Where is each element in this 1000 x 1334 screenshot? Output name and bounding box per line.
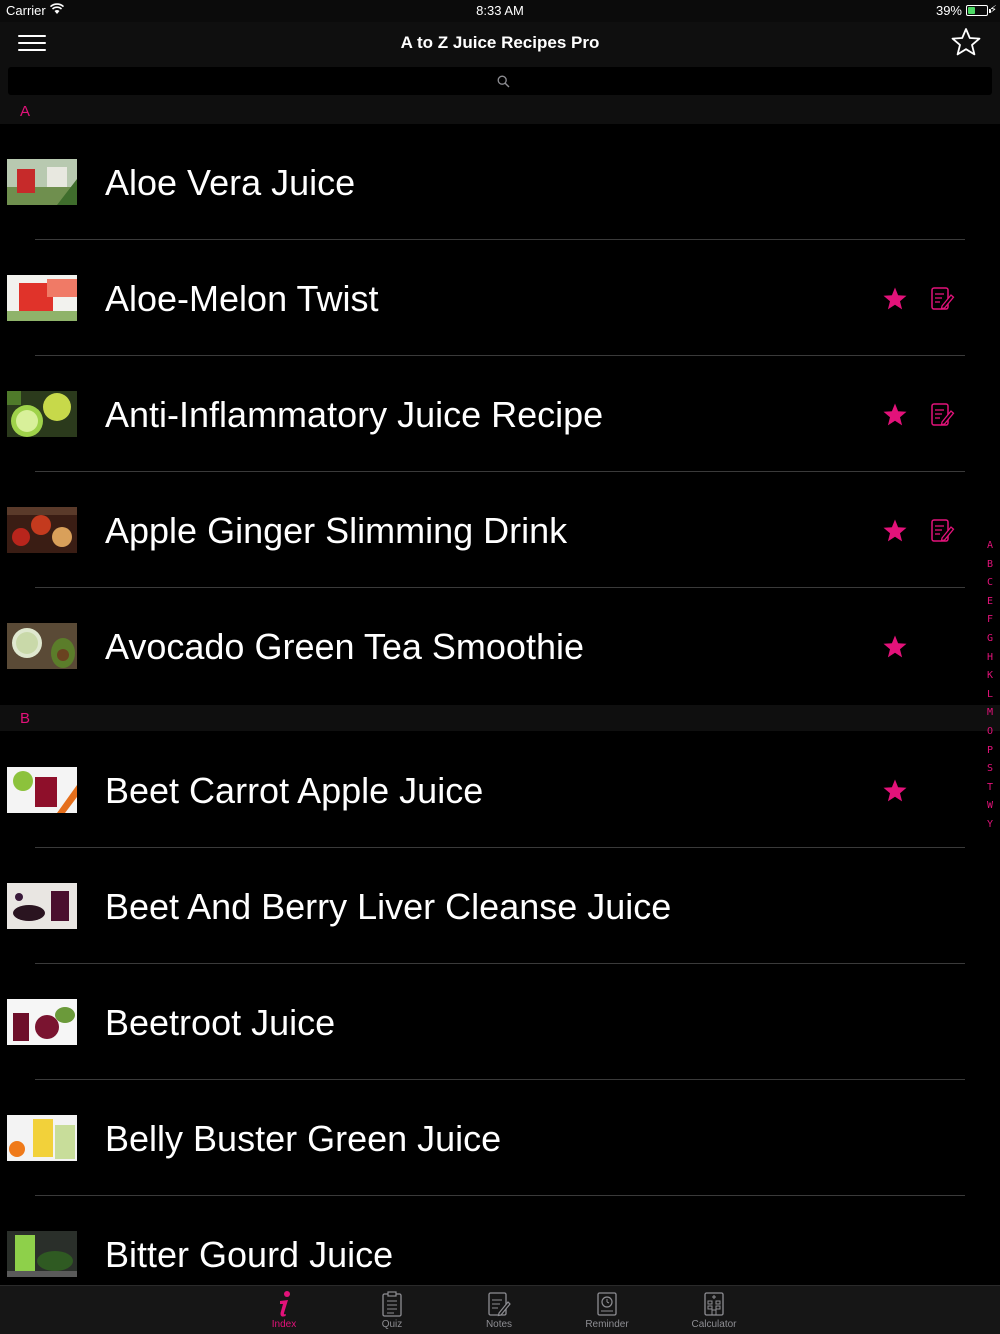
tab-index[interactable]: Index (244, 1286, 324, 1334)
notes-icon (488, 1292, 511, 1317)
favorite-star-icon[interactable] (882, 286, 908, 312)
recipe-thumbnail (7, 159, 77, 205)
nav-bar: A to Z Juice Recipes Pro (0, 22, 1000, 64)
index-letter-g[interactable]: G (983, 633, 997, 652)
index-letter-s[interactable]: S (983, 763, 997, 782)
recipe-row[interactable]: Beetroot Juice (0, 964, 985, 1080)
battery-icon (966, 5, 991, 16)
index-letter-p[interactable]: P (983, 745, 997, 764)
info-icon (280, 1291, 290, 1317)
alphabet-index[interactable]: ABCEFGHKLMOPSTWY (983, 540, 997, 838)
recipe-name: Bitter Gourd Juice (105, 1234, 394, 1275)
index-letter-c[interactable]: C (983, 577, 997, 596)
tab-label: Notes (485, 1319, 513, 1330)
index-letter-l[interactable]: L (983, 689, 997, 708)
index-letter-h[interactable]: H (983, 652, 997, 671)
recipe-row[interactable]: Belly Buster Green Juice (0, 1080, 985, 1196)
note-icon[interactable] (929, 518, 955, 544)
favorite-star-icon[interactable] (882, 778, 908, 804)
tab-label: Quiz (381, 1319, 403, 1330)
tab-quiz[interactable]: Quiz (352, 1286, 432, 1334)
tab-label: Index (271, 1319, 297, 1330)
search-icon (497, 75, 510, 88)
recipe-name: Beet And Berry Liver Cleanse Juice (105, 886, 672, 927)
tab-bar: Index Quiz Notes Reminder Calculator (0, 1285, 1000, 1334)
index-letter-f[interactable]: F (983, 614, 997, 633)
recipe-thumbnail (7, 999, 77, 1045)
search-field[interactable] (8, 67, 992, 95)
section-letter: B (20, 710, 31, 727)
recipe-row[interactable]: Aloe-Melon Twist (0, 240, 985, 356)
index-letter-y[interactable]: Y (983, 819, 997, 838)
recipe-row[interactable]: Avocado Green Tea Smoothie (0, 588, 985, 704)
menu-button[interactable] (18, 31, 46, 55)
index-letter-t[interactable]: T (983, 782, 997, 801)
recipe-row[interactable]: Beet And Berry Liver Cleanse Juice (0, 848, 985, 964)
search-bar (0, 64, 1000, 98)
recipe-row[interactable]: Aloe Vera Juice (0, 124, 985, 240)
reminder-clock-icon (597, 1292, 617, 1316)
index-letter-k[interactable]: K (983, 670, 997, 689)
tab-notes[interactable]: Notes (459, 1286, 539, 1334)
note-icon[interactable] (929, 286, 955, 312)
tab-calculator[interactable]: Calculator (674, 1286, 754, 1334)
recipe-thumbnail (7, 275, 77, 321)
recipe-name: Aloe-Melon Twist (105, 278, 379, 319)
quiz-clipboard-icon (382, 1291, 402, 1317)
section-header-b: B (0, 705, 1000, 731)
tab-label: Calculator (691, 1319, 737, 1330)
recipe-thumbnail (7, 623, 77, 669)
recipe-name: Avocado Green Tea Smoothie (105, 626, 584, 667)
section-letter: A (20, 103, 31, 120)
index-letter-a[interactable]: A (983, 540, 997, 559)
recipe-thumbnail (7, 391, 77, 437)
recipe-name: Aloe Vera Juice (105, 162, 356, 203)
recipe-row[interactable]: Apple Ginger Slimming Drink (0, 472, 985, 588)
favorites-star-icon[interactable] (950, 26, 982, 58)
index-letter-b[interactable]: B (983, 559, 997, 578)
note-icon[interactable] (929, 402, 955, 428)
recipe-name: Beetroot Juice (105, 1002, 336, 1043)
battery-percentage: 39% (935, 3, 962, 18)
charging-bolt-icon: ⚡ (989, 4, 997, 16)
recipe-row[interactable]: Anti-Inflammatory Juice Recipe (0, 356, 985, 472)
recipe-name: Beet Carrot Apple Juice (105, 770, 484, 811)
recipe-thumbnail (7, 883, 77, 929)
favorite-star-icon[interactable] (882, 634, 908, 660)
tab-reminder[interactable]: Reminder (567, 1286, 647, 1334)
index-letter-o[interactable]: O (983, 726, 997, 745)
clock: 8:33 AM (476, 3, 524, 18)
recipe-thumbnail (7, 1231, 77, 1277)
index-letter-w[interactable]: W (983, 800, 997, 819)
recipe-name: Belly Buster Green Juice (105, 1118, 502, 1159)
recipe-row[interactable]: Beet Carrot Apple Juice (0, 732, 985, 848)
page-title: A to Z Juice Recipes Pro (400, 33, 600, 52)
favorite-star-icon[interactable] (882, 402, 908, 428)
recipe-name: Apple Ginger Slimming Drink (105, 510, 568, 551)
index-letter-m[interactable]: M (983, 707, 997, 726)
section-header-a: A (0, 98, 1000, 124)
index-letter-e[interactable]: E (983, 596, 997, 615)
tab-label: Reminder (585, 1319, 629, 1330)
hamburger-menu-icon (18, 35, 46, 37)
recipe-thumbnail (7, 767, 77, 813)
status-bar: Carrier 8:33 AM 39% ⚡ (0, 0, 1000, 22)
calculator-icon (704, 1292, 724, 1316)
favorite-star-icon[interactable] (882, 518, 908, 544)
recipe-thumbnail (7, 1115, 77, 1161)
recipe-thumbnail (7, 507, 77, 553)
recipe-name: Anti-Inflammatory Juice Recipe (105, 394, 604, 435)
